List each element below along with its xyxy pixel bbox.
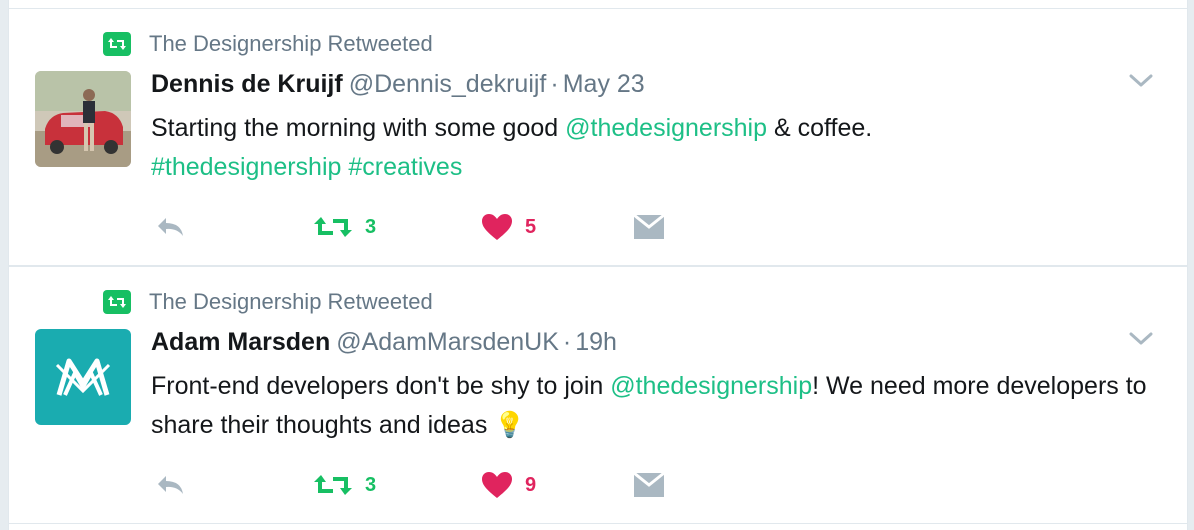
mention-link[interactable]: @thedesignership [565, 114, 767, 142]
avatar[interactable] [35, 329, 131, 425]
hashtag-link[interactable]: #creatives [348, 153, 462, 181]
separator: · [550, 70, 559, 98]
reply-icon [158, 218, 183, 236]
text-segment: Front-end developers don't be shy to joi… [151, 372, 611, 400]
tweet-header: Dennis de Kruijf @Dennis_dekruijf · May 23 [151, 69, 645, 99]
heart-icon [482, 214, 512, 240]
text-segment: Starting the morning with some good [151, 114, 566, 142]
timeline: The Designership Retweeted Dennis de Kru… [8, 0, 1188, 530]
author-handle[interactable]: @AdamMarsdenUK [336, 328, 559, 356]
separator: · [562, 328, 572, 356]
mention-link[interactable]: @thedesignership [610, 372, 812, 400]
retweet-context-text[interactable]: The Designership Retweeted [149, 289, 433, 315]
envelope-icon [633, 213, 665, 239]
like-button[interactable]: 5 [481, 209, 536, 245]
retweet-button[interactable]: 3 [313, 209, 376, 245]
tweet-actions: 3 9 [155, 467, 755, 503]
author-handle[interactable]: @Dennis_dekruijf [349, 70, 547, 98]
tweet[interactable]: The Designership Retweeted Dennis de Kru… [9, 8, 1187, 266]
retweet-context: The Designership Retweeted [103, 31, 433, 57]
hashtag-link[interactable]: #thedesignership [151, 153, 341, 181]
retweet-context: The Designership Retweeted [103, 289, 433, 315]
timestamp[interactable]: 19h [575, 328, 617, 356]
tweet-text: Starting the morning with some good @the… [151, 109, 1151, 187]
envelope-icon [633, 471, 665, 497]
am-logo-avatar-icon [35, 329, 131, 425]
reply-button[interactable] [155, 209, 187, 245]
tweet-header: Adam Marsden @AdamMarsdenUK · 19h [151, 327, 617, 357]
retweet-context-icon [103, 32, 131, 56]
timestamp[interactable]: May 23 [563, 70, 645, 98]
avatar[interactable] [35, 71, 131, 167]
like-count: 5 [525, 215, 537, 238]
retweet-icon [314, 475, 352, 495]
like-button[interactable]: 9 [481, 467, 536, 503]
retweet-context-icon [103, 290, 131, 314]
lightbulb-emoji: 💡 [494, 411, 526, 439]
heart-icon [482, 472, 512, 498]
text-segment: & coffee. [767, 114, 873, 142]
tweet[interactable]: The Designership Retweeted Adam Marsden @… [9, 266, 1187, 524]
author-fullname[interactable]: Dennis de Kruijf [151, 70, 343, 98]
direct-message-button[interactable] [633, 209, 665, 245]
retweet-button[interactable]: 3 [313, 467, 376, 503]
retweet-icon [314, 217, 352, 237]
tweet-text: Front-end developers don't be shy to joi… [151, 367, 1151, 445]
direct-message-button[interactable] [633, 467, 665, 503]
retweet-context-text[interactable]: The Designership Retweeted [149, 31, 433, 57]
chevron-down-icon[interactable] [1129, 71, 1153, 91]
reply-button[interactable] [155, 467, 187, 503]
reply-icon [158, 476, 183, 494]
retweet-count: 3 [365, 473, 377, 496]
person-photo-avatar-icon [35, 71, 131, 167]
like-count: 9 [525, 473, 537, 496]
tweet-actions: 3 5 [155, 209, 755, 245]
chevron-down-icon[interactable] [1129, 329, 1153, 349]
author-fullname[interactable]: Adam Marsden [151, 328, 330, 356]
retweet-count: 3 [365, 215, 377, 238]
